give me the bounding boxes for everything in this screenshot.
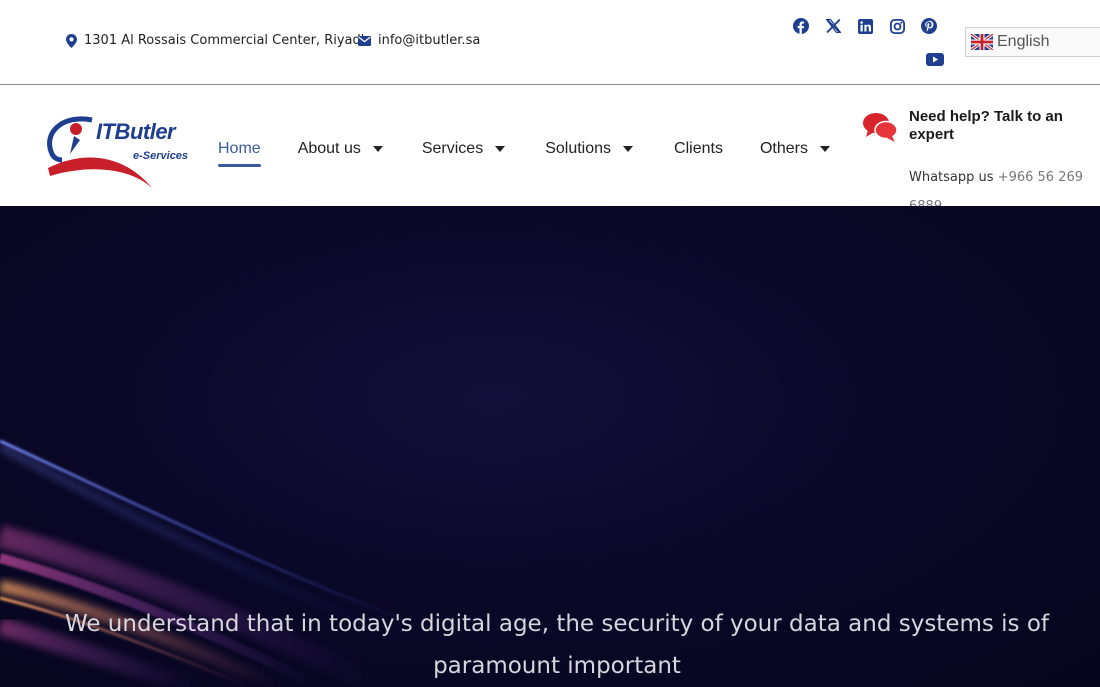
hero-tagline: We understand that in today's digital ag…	[64, 611, 1050, 679]
nav-clients-label: Clients	[674, 140, 723, 157]
hero-section: We understand that in today's digital ag…	[0, 206, 1100, 687]
facebook-icon[interactable]	[785, 14, 817, 38]
nav-clients[interactable]: Clients	[674, 140, 723, 158]
brand-name: ITButler	[96, 119, 176, 144]
envelope-icon	[358, 35, 371, 46]
language-selector[interactable]: English	[965, 27, 1100, 57]
nav-solutions-label: Solutions	[545, 140, 612, 157]
nav-services[interactable]: Services	[421, 140, 506, 158]
caret-down-icon	[819, 146, 830, 152]
uk-flag-icon	[971, 34, 993, 50]
pinterest-icon[interactable]	[913, 14, 945, 38]
whatsapp-label: Whatsapp us	[909, 170, 994, 185]
x-twitter-icon[interactable]	[817, 14, 849, 38]
top-bar: 1301 Al Rossais Commercial Center, Riyad…	[0, 0, 1100, 85]
nav-home-label: Home	[218, 140, 261, 157]
caret-down-icon	[372, 146, 383, 152]
itbutler-logo[interactable]: ITButler e-Services	[44, 110, 189, 190]
nav-services-label: Services	[421, 140, 484, 157]
social-links	[785, 14, 945, 66]
brand-tagline: e-Services	[133, 150, 189, 162]
instagram-icon[interactable]	[881, 14, 913, 38]
chat-bubbles-icon	[863, 113, 898, 142]
address-info: 1301 Al Rossais Commercial Center, Riyad…	[66, 33, 369, 48]
nav-about-us-label: About us	[297, 140, 361, 157]
caret-down-icon	[623, 146, 634, 152]
email-link[interactable]: info@itbutler.sa	[358, 33, 480, 48]
email-text: info@itbutler.sa	[378, 33, 481, 48]
address-text: 1301 Al Rossais Commercial Center, Riyad…	[84, 33, 369, 48]
caret-down-icon	[495, 146, 506, 152]
nav-others[interactable]: Others	[760, 140, 830, 158]
help-title: Need help? Talk to an expert	[909, 108, 1063, 143]
nav-solutions[interactable]: Solutions	[545, 140, 634, 158]
nav-about-us[interactable]: About us	[298, 140, 383, 158]
nav-others-label: Others	[759, 140, 808, 157]
main-nav: Home About us Services Solutions Clients…	[218, 140, 830, 167]
map-pin-icon	[66, 33, 77, 48]
language-label: English	[997, 33, 1050, 50]
nav-home[interactable]: Home	[218, 140, 261, 167]
linkedin-icon[interactable]	[849, 14, 881, 38]
main-header: ITButler e-Services Home About us Servic…	[0, 86, 1100, 214]
youtube-icon[interactable]	[918, 47, 951, 71]
